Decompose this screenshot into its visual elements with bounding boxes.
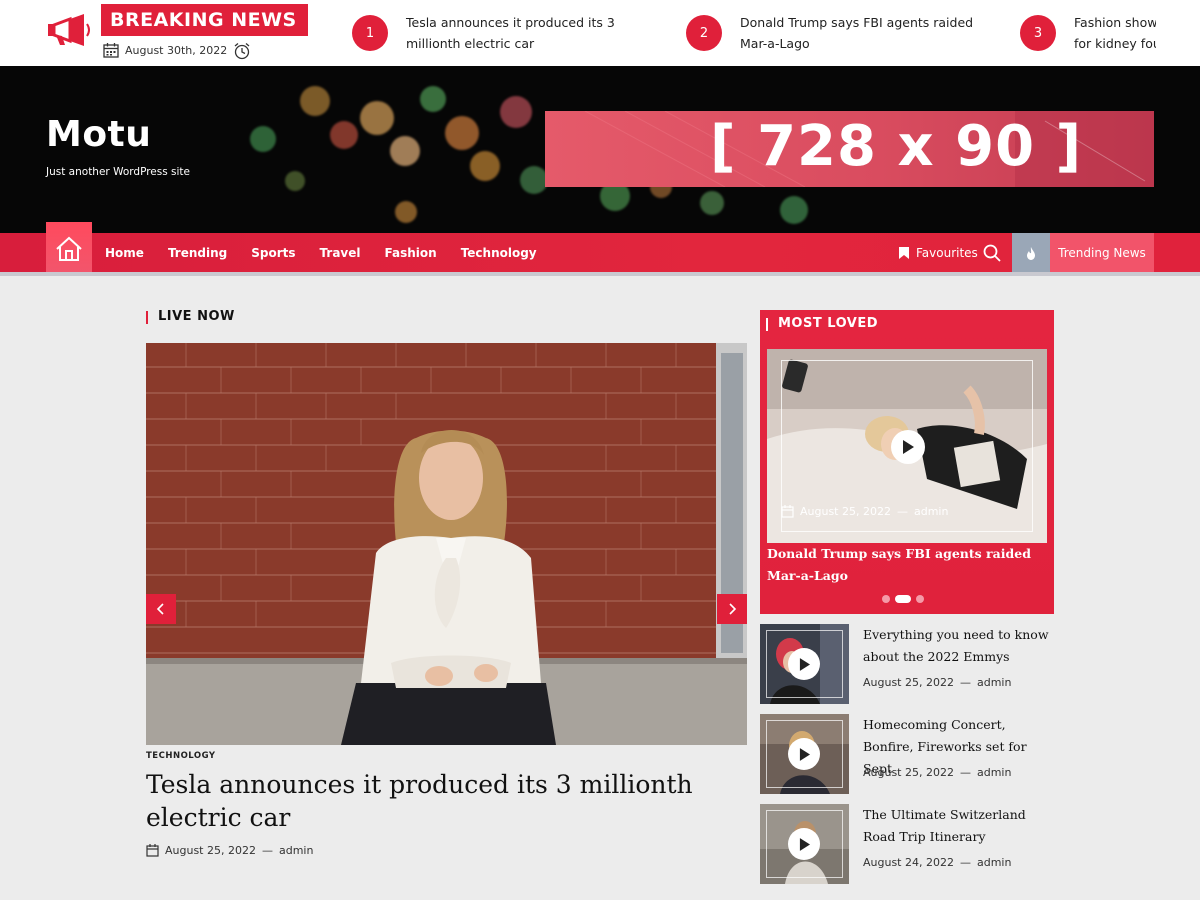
slider-next-button[interactable] xyxy=(717,594,747,624)
breaking-news-bar: BREAKING NEWS August 30th, 2022 1 Tesla … xyxy=(0,0,1200,66)
play-button[interactable] xyxy=(788,648,820,680)
ticker-headline[interactable]: Tesla announces it produced its 3 millio… xyxy=(406,12,668,54)
hero-photo xyxy=(146,343,747,745)
meta-separator: — xyxy=(959,766,971,779)
nav-menu: Home Trending Sports Travel Fashion Tech… xyxy=(105,233,537,273)
nav-item-technology[interactable]: Technology xyxy=(461,246,537,260)
most-loved-widget: MOST LOVED August 25, 2022 — admin Donal… xyxy=(760,310,1054,614)
ticker-headline[interactable]: Donald Trump says FBI agents raided Mar-… xyxy=(740,12,1002,54)
list-item[interactable]: Homecoming Concert, Bonfire, Fireworks s… xyxy=(760,714,1054,794)
news-ticker: 1 Tesla announces it produced its 3 mill… xyxy=(350,12,1156,56)
ticker-item[interactable]: 2 Donald Trump says FBI agents raided Ma… xyxy=(686,12,1002,56)
favourites-label: Favourites xyxy=(916,246,978,260)
nav-item-travel[interactable]: Travel xyxy=(320,246,361,260)
ticker-headline[interactable]: Fashion show for kidney fou xyxy=(1074,12,1156,54)
search-icon[interactable] xyxy=(983,244,1001,262)
ticker-item[interactable]: 1 Tesla announces it produced its 3 mill… xyxy=(352,12,668,56)
chevron-left-icon xyxy=(156,603,164,615)
ticker-number: 3 xyxy=(1020,15,1056,51)
slider-dot-active[interactable] xyxy=(895,595,911,603)
site-header: Motu Just another WordPress site [ 728 x… xyxy=(0,66,1200,233)
fire-icon xyxy=(1027,246,1035,260)
calendar-icon xyxy=(781,505,794,518)
ticker-number: 1 xyxy=(352,15,388,51)
meta-separator: — xyxy=(959,676,971,689)
play-button[interactable] xyxy=(891,430,925,464)
home-button[interactable] xyxy=(46,222,92,276)
bookmark-icon xyxy=(899,247,909,259)
hero-image[interactable] xyxy=(146,343,747,745)
most-loved-headline[interactable]: Donald Trump says FBI agents raided Mar-… xyxy=(767,543,1052,587)
site-tagline: Just another WordPress site xyxy=(46,166,191,178)
nav-divider xyxy=(0,272,1200,276)
nav-item-sports[interactable]: Sports xyxy=(251,246,295,260)
most-loved-meta: August 25, 2022 — admin xyxy=(781,505,948,518)
hero-headline[interactable]: Tesla announces it produced its 3 millio… xyxy=(146,768,746,834)
list-item[interactable]: Everything you need to know about the 20… xyxy=(760,624,1054,704)
category-label[interactable]: TECHNOLOGY xyxy=(146,751,216,761)
meta-separator: — xyxy=(896,505,908,518)
nav-item-trending[interactable]: Trending xyxy=(168,246,227,260)
list-item-meta: August 25, 2022 — admin xyxy=(863,676,1011,689)
list-item-meta: August 24, 2022 — admin xyxy=(863,856,1011,869)
list-item-thumbnail[interactable] xyxy=(760,624,849,704)
top-date-text: August 30th, 2022 xyxy=(125,44,228,57)
list-item-date: August 25, 2022 xyxy=(863,676,954,689)
meta-separator: — xyxy=(959,856,971,869)
ad-banner[interactable]: [ 728 x 90 ] xyxy=(545,111,1154,187)
calendar-icon xyxy=(103,43,119,58)
trending-news-button[interactable]: Trending News xyxy=(1050,233,1154,273)
list-item-thumbnail[interactable] xyxy=(760,714,849,794)
play-icon xyxy=(799,837,810,851)
nav-item-home[interactable]: Home xyxy=(105,246,144,260)
hero-meta: August 25, 2022 — admin xyxy=(146,844,313,857)
most-loved-image[interactable]: August 25, 2022 — admin xyxy=(767,349,1047,543)
meta-separator: — xyxy=(261,844,273,857)
slider-prev-button[interactable] xyxy=(146,594,176,624)
play-button[interactable] xyxy=(788,738,820,770)
top-date: August 30th, 2022 xyxy=(103,43,227,58)
main-navigation: Home Trending Sports Travel Fashion Tech… xyxy=(0,222,1200,276)
nav-item-fashion[interactable]: Fashion xyxy=(385,246,437,260)
fire-button[interactable] xyxy=(1012,233,1050,273)
hero-date: August 25, 2022 xyxy=(165,844,256,857)
home-icon xyxy=(56,236,82,261)
ticker-item[interactable]: 3 Fashion show for kidney fou xyxy=(1020,12,1156,56)
megaphone-icon xyxy=(48,14,90,46)
ticker-number: 2 xyxy=(686,15,722,51)
site-title[interactable]: Motu xyxy=(46,114,151,155)
list-item-date: August 25, 2022 xyxy=(863,766,954,779)
most-loved-date: August 25, 2022 xyxy=(800,505,891,518)
list-item-author[interactable]: admin xyxy=(977,676,1011,689)
play-icon xyxy=(903,440,914,454)
list-item-thumbnail[interactable] xyxy=(760,804,849,884)
slider-dots xyxy=(882,595,924,603)
live-now-heading: LIVE NOW xyxy=(146,309,235,324)
play-icon xyxy=(799,657,810,671)
list-item-date: August 24, 2022 xyxy=(863,856,954,869)
list-item-author[interactable]: admin xyxy=(977,766,1011,779)
ad-size-text: [ 728 x 90 ] xyxy=(710,114,1083,179)
most-loved-heading: MOST LOVED xyxy=(766,316,878,331)
play-icon xyxy=(799,747,810,761)
slider-dot[interactable] xyxy=(882,595,890,603)
list-item-title[interactable]: The Ultimate Switzerland Road Trip Itine… xyxy=(863,804,1058,848)
calendar-icon xyxy=(146,844,159,857)
most-loved-author[interactable]: admin xyxy=(914,505,948,518)
favourites-link[interactable]: Favourites xyxy=(898,233,978,273)
list-item-title[interactable]: Everything you need to know about the 20… xyxy=(863,624,1058,668)
list-item[interactable]: The Ultimate Switzerland Road Trip Itine… xyxy=(760,804,1054,884)
slider-dot[interactable] xyxy=(916,595,924,603)
list-item-meta: August 25, 2022 — admin xyxy=(863,766,1011,779)
breaking-news-badge: BREAKING NEWS xyxy=(101,4,308,36)
list-item-author[interactable]: admin xyxy=(977,856,1011,869)
play-button[interactable] xyxy=(788,828,820,860)
chevron-right-icon xyxy=(729,603,737,615)
hero-author[interactable]: admin xyxy=(279,844,313,857)
clock-icon xyxy=(234,43,250,60)
